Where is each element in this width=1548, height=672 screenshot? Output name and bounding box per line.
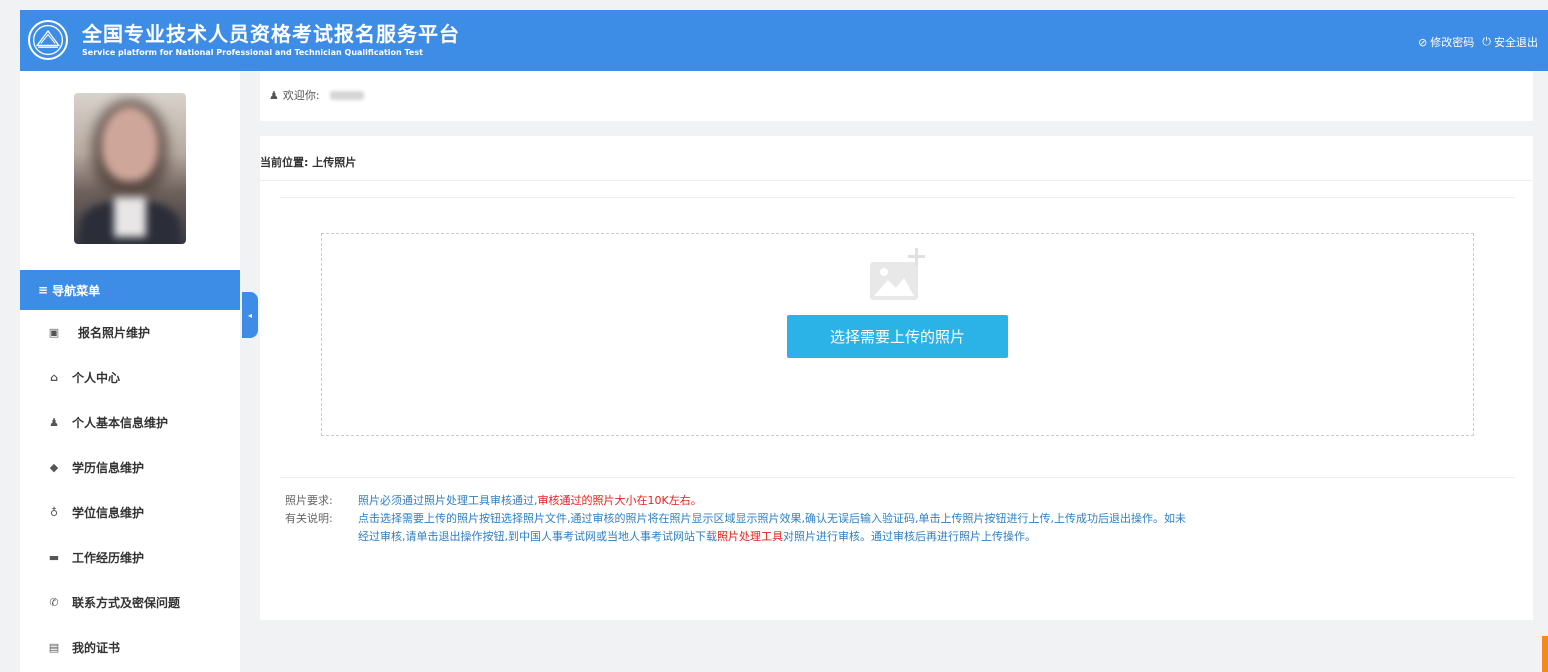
notes: 照片要求: 照片必须通过照片处理工具审核通过,审核通过的照片大小在10K左右。 … bbox=[285, 492, 1485, 546]
note-text: 经过审核,请单击退出操作按钮,到中国人事考试网或当地人事考试网站下载 bbox=[358, 530, 717, 543]
home-icon: ⌂ bbox=[50, 371, 58, 384]
sidebar-item-label: 我的证书 bbox=[72, 641, 121, 655]
note-highlight: 审核通过的照片大小在10K左右。 bbox=[537, 494, 702, 507]
add-image-icon bbox=[870, 248, 925, 300]
top-header: 全国专业技术人员资格考试报名服务平台 Service platform for … bbox=[20, 10, 1548, 71]
site-subtitle: Service platform for National Profession… bbox=[82, 48, 423, 57]
note-text: 照片必须通过照片处理工具审核通过, bbox=[358, 494, 538, 507]
edit-icon: ⊘ bbox=[1418, 35, 1428, 49]
sidebar-item-personal-center[interactable]: ⌂ 个人中心 bbox=[20, 355, 240, 400]
sidebar-item-degree[interactable]: ♁ 学位信息维护 bbox=[20, 490, 240, 535]
menu-icon: ≡ bbox=[38, 283, 49, 297]
username-redacted bbox=[329, 90, 364, 100]
logo-icon bbox=[28, 20, 68, 60]
welcome-label: 欢迎你: bbox=[282, 89, 320, 102]
briefcase-icon: ▬ bbox=[48, 551, 60, 564]
nav-list: ▣ 报名照片维护 ⌂ 个人中心 ♟ 个人基本信息维护 ◆ 学历信息维护 ♁ 学位… bbox=[20, 310, 240, 670]
nav-menu-header: ≡ 导航菜单 bbox=[20, 270, 240, 310]
sidebar-item-label: 学历信息维护 bbox=[72, 461, 145, 475]
sidebar-collapse-button[interactable]: ◂ bbox=[242, 292, 258, 338]
main-panel: 当前位置: 上传照片 选择需要上传的照片 照片要求: 照片必须通过照片处理工具审… bbox=[260, 136, 1533, 620]
related-instructions: 有关说明: 点击选择需要上传的照片按钮选择照片文件,通过审核的照片将在照片显示区… bbox=[285, 510, 1485, 546]
change-password-label: 修改密码 bbox=[1430, 36, 1475, 49]
sidebar-item-label: 工作经历维护 bbox=[72, 551, 145, 565]
sidebar-item-photo[interactable]: ▣ 报名照片维护 bbox=[20, 310, 240, 355]
note-text: 点击选择需要上传的照片按钮选择照片文件,通过审核的照片将在照片显示区域显示照片效… bbox=[358, 512, 1186, 525]
site-title: 全国专业技术人员资格考试报名服务平台 bbox=[82, 22, 460, 46]
sidebar-item-label: 报名照片维护 bbox=[78, 326, 151, 340]
sidebar-item-work-history[interactable]: ▬ 工作经历维护 bbox=[20, 535, 240, 580]
welcome-panel: ♟ 欢迎你: bbox=[260, 71, 1533, 121]
divider bbox=[280, 477, 1515, 478]
welcome-text: ♟ 欢迎你: bbox=[269, 87, 364, 103]
chevron-left-icon: ◂ bbox=[247, 310, 252, 320]
sidebar-item-label: 个人中心 bbox=[72, 371, 121, 385]
change-password-link[interactable]: ⊘ 修改密码 bbox=[1418, 34, 1474, 50]
nav-menu-title: 导航菜单 bbox=[52, 283, 101, 298]
logout-link[interactable]: ⏻ 安全退出 bbox=[1482, 34, 1538, 50]
sidebar: ≡ 导航菜单 ▣ 报名照片维护 ⌂ 个人中心 ♟ 个人基本信息维护 ◆ 学历信息… bbox=[20, 71, 240, 672]
photo-tool-link[interactable]: 照片处理工具 bbox=[717, 530, 783, 543]
sidebar-item-education[interactable]: ◆ 学历信息维护 bbox=[20, 445, 240, 490]
degree-icon: ♁ bbox=[49, 506, 59, 519]
user-icon: ♟ bbox=[49, 416, 59, 429]
select-photo-button[interactable]: 选择需要上传的照片 bbox=[787, 315, 1008, 358]
logout-label: 安全退出 bbox=[1494, 36, 1538, 49]
floating-widget-edge[interactable] bbox=[1542, 636, 1548, 672]
photo-upload-area[interactable]: 选择需要上传的照片 bbox=[321, 233, 1474, 436]
photo-requirements: 照片要求: 照片必须通过照片处理工具审核通过,审核通过的照片大小在10K左右。 bbox=[285, 492, 1485, 510]
header-actions: ⊘ 修改密码 ⏻ 安全退出 bbox=[1418, 34, 1538, 50]
note-text: 对照片进行审核。通过审核后再进行照片上传操作。 bbox=[783, 530, 1036, 543]
breadcrumb: 当前位置: 上传照片 bbox=[260, 136, 1533, 181]
sidebar-item-label: 个人基本信息维护 bbox=[72, 416, 169, 430]
note-label: 有关说明: bbox=[285, 512, 333, 525]
sidebar-item-label: 学位信息维护 bbox=[72, 506, 145, 520]
certificate-icon: ▤ bbox=[48, 641, 60, 654]
power-icon: ⏻ bbox=[1482, 35, 1491, 48]
avatar bbox=[74, 93, 186, 244]
breadcrumb-current: 上传照片 bbox=[312, 156, 357, 169]
phone-icon: ✆ bbox=[49, 596, 59, 609]
graduation-cap-icon: ◆ bbox=[49, 461, 59, 474]
divider bbox=[280, 197, 1515, 198]
picture-icon: ▣ bbox=[48, 326, 60, 339]
sidebar-item-contact[interactable]: ✆ 联系方式及密保问题 bbox=[20, 580, 240, 625]
note-label: 照片要求: bbox=[285, 494, 333, 507]
user-icon: ♟ bbox=[269, 88, 279, 102]
sidebar-item-basic-info[interactable]: ♟ 个人基本信息维护 bbox=[20, 400, 240, 445]
sidebar-item-label: 联系方式及密保问题 bbox=[72, 596, 181, 610]
sidebar-item-certificates[interactable]: ▤ 我的证书 bbox=[20, 625, 240, 670]
breadcrumb-label: 当前位置: bbox=[260, 156, 309, 169]
